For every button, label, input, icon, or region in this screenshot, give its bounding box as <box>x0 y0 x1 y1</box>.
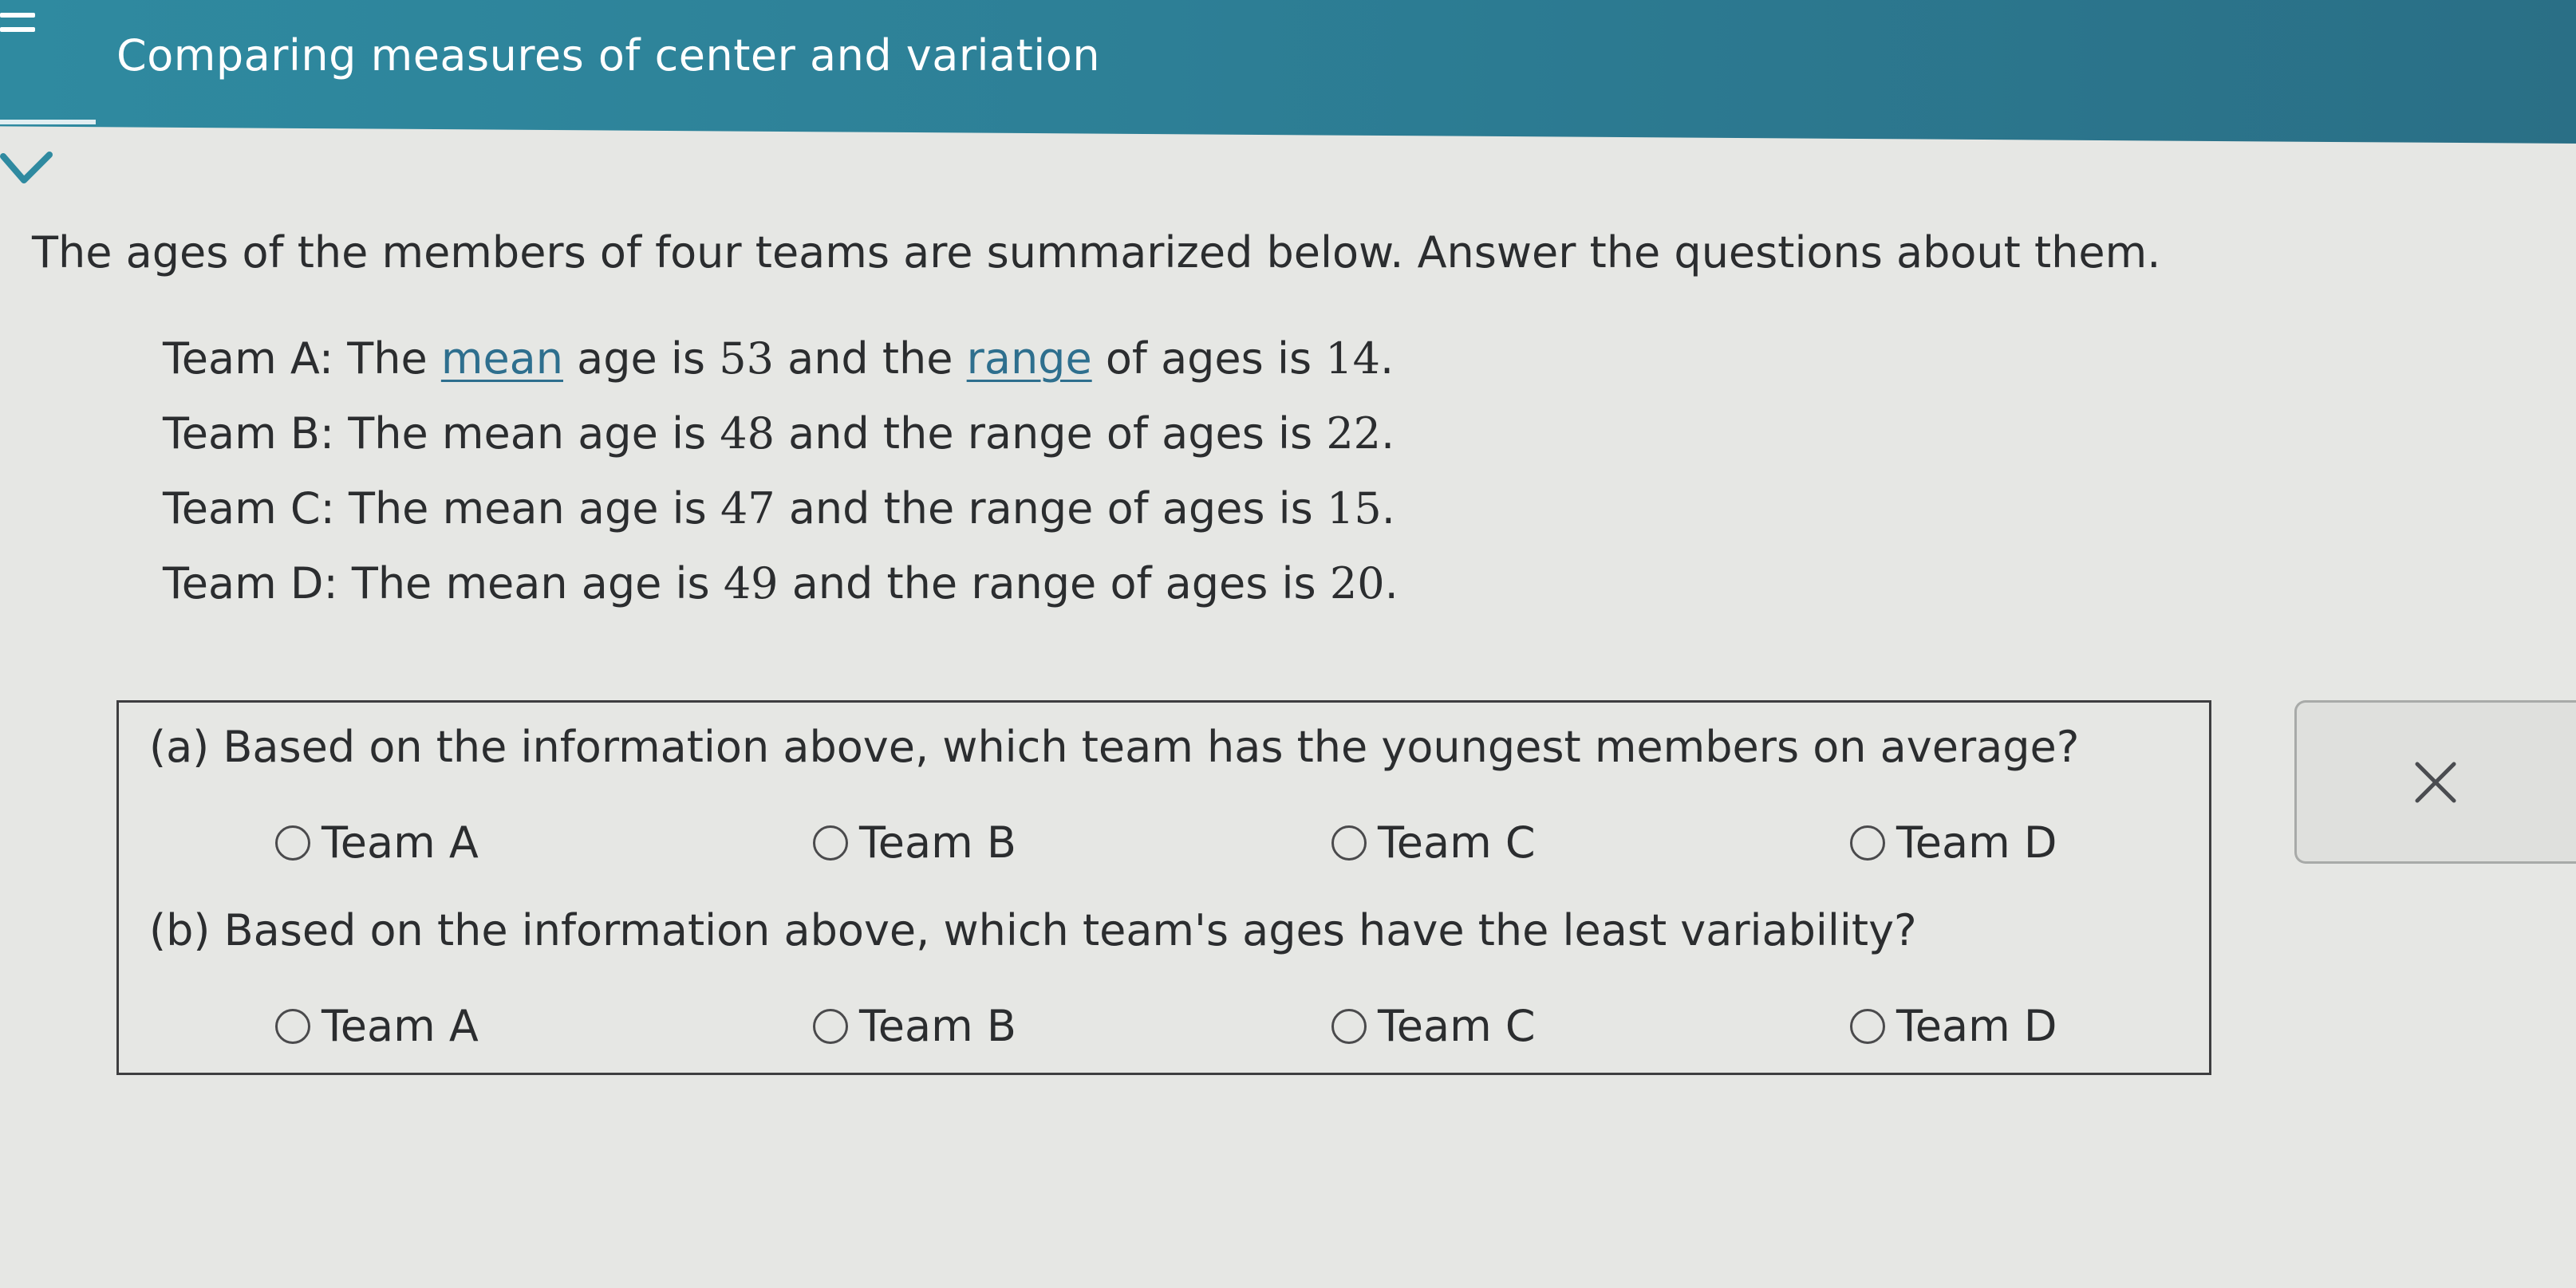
option-b-team-d[interactable]: Team D <box>1850 1001 2057 1051</box>
question-box: (a) Based on the information above, whic… <box>116 700 2211 1075</box>
mean-link[interactable]: mean <box>441 333 563 384</box>
team-a-summary: Team A: The mean age is 53 and the range… <box>163 333 1395 384</box>
option-b-team-a[interactable]: Team A <box>275 1001 479 1051</box>
range-link[interactable]: range <box>967 333 1092 384</box>
question-a-text: (a) Based on the information above, whic… <box>149 722 2080 772</box>
team-c-summary: Team C: The mean age is 47 and the range… <box>163 483 1395 534</box>
option-a-team-b[interactable]: Team B <box>813 817 1016 868</box>
radio-icon[interactable] <box>1850 825 1885 861</box>
chevron-down-icon[interactable] <box>0 150 56 190</box>
radio-icon[interactable] <box>275 1008 310 1044</box>
radio-icon[interactable] <box>813 825 848 861</box>
title-divider <box>0 120 96 124</box>
option-b-team-c[interactable]: Team C <box>1331 1001 1536 1051</box>
radio-icon[interactable] <box>275 825 310 861</box>
menu-icon[interactable] <box>0 10 35 45</box>
problem-intro: The ages of the members of four teams ar… <box>32 227 2161 278</box>
option-a-team-d[interactable]: Team D <box>1850 817 2057 868</box>
page-title: Comparing measures of center and variati… <box>116 30 1101 81</box>
radio-icon[interactable] <box>1850 1008 1885 1044</box>
team-d-summary: Team D: The mean age is 49 and the range… <box>163 558 1398 609</box>
option-a-team-c[interactable]: Team C <box>1331 817 1536 868</box>
radio-icon[interactable] <box>813 1008 848 1044</box>
team-b-summary: Team B: The mean age is 48 and the range… <box>163 408 1395 459</box>
radio-icon[interactable] <box>1331 825 1367 861</box>
question-b-text: (b) Based on the information above, whic… <box>149 905 1917 955</box>
option-b-team-b[interactable]: Team B <box>813 1001 1016 1051</box>
radio-icon[interactable] <box>1331 1008 1367 1044</box>
option-a-team-a[interactable]: Team A <box>275 817 479 868</box>
close-icon[interactable] <box>2414 761 2457 804</box>
